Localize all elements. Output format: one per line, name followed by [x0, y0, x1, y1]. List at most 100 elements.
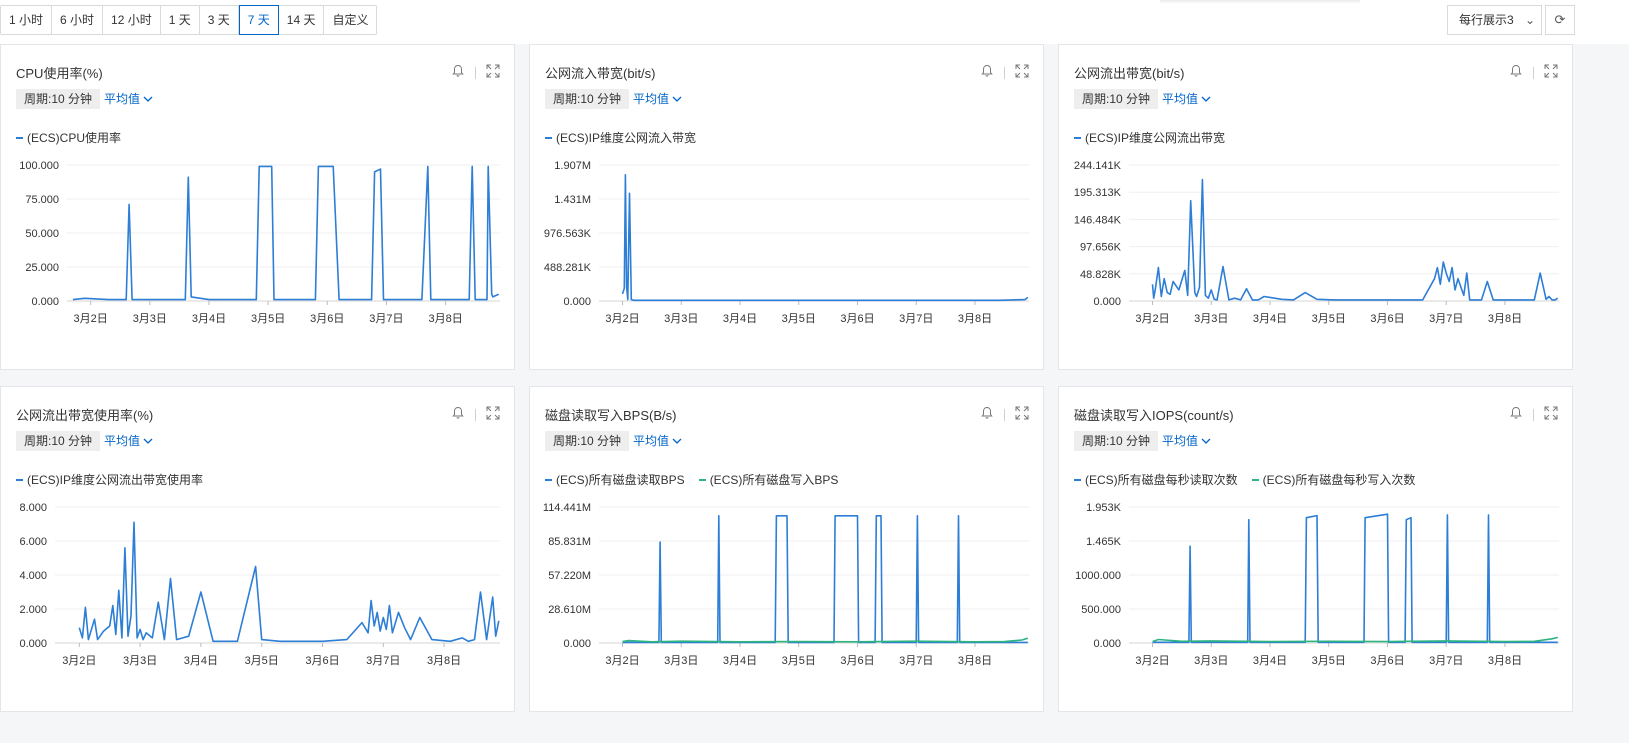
card-title: 磁盘读取写入IOPS(count/s)	[1074, 408, 1234, 423]
card-title: CPU使用率(%)	[16, 66, 103, 81]
legend-item[interactable]: (ECS)IP维度公网流出带宽	[1074, 129, 1225, 146]
dropdown-shadow	[1160, 0, 1360, 4]
line-chart: 0.000 488.281K 976.563K 1.431M 1.907M 3月2日 3月3…	[544, 160, 1029, 325]
y-tick-label: 0.000	[563, 296, 591, 308]
fullscreen-icon[interactable]	[1544, 406, 1558, 423]
aggregation-select[interactable]: 平均值	[1162, 431, 1211, 451]
series-line	[78, 521, 500, 643]
aggregation-label: 平均值	[104, 434, 141, 448]
alarm-bell-icon[interactable]	[451, 64, 465, 81]
chevron-down-icon	[143, 89, 153, 109]
x-tick-label: 3月2日	[74, 313, 108, 325]
per-row-select[interactable]: 每行展示3 ⌄	[1447, 5, 1542, 35]
range-button-3[interactable]: 1 天	[160, 6, 200, 34]
period-tag[interactable]: 周期:10 分钟	[545, 89, 630, 109]
fullscreen-icon[interactable]	[486, 406, 500, 423]
legend-item[interactable]: (ECS)所有磁盘读取BPS	[545, 471, 685, 488]
legend-item[interactable]: (ECS)所有磁盘每秒写入次数	[1251, 471, 1416, 488]
y-tick-label: 57.220M	[548, 570, 591, 582]
chart-legend: (ECS)所有磁盘每秒读取次数 (ECS)所有磁盘每秒写入次数	[1074, 471, 1415, 488]
x-tick-label: 3月6日	[305, 655, 339, 667]
divider	[1533, 408, 1534, 421]
x-tick-label: 3月4日	[184, 655, 218, 667]
fullscreen-icon[interactable]	[1015, 406, 1029, 423]
chevron-down-icon	[143, 431, 153, 451]
legend-label: (ECS)IP维度公网流出带宽使用率	[27, 473, 204, 487]
y-tick-label: 0.000	[1093, 638, 1121, 650]
chart-legend: (ECS)所有磁盘读取BPS (ECS)所有磁盘写入BPS	[545, 471, 838, 488]
range-button-7[interactable]: 自定义	[324, 6, 377, 34]
card-tools	[980, 406, 1029, 423]
line-chart: 0.000 2.000 4.000 6.000 8.000 3月2日 3月3日 3月4日 3月5…	[19, 502, 500, 667]
range-button-6[interactable]: 14 天	[278, 6, 325, 34]
period-tag[interactable]: 周期:10 分钟	[1074, 431, 1159, 451]
fullscreen-icon[interactable]	[486, 64, 500, 81]
alarm-bell-icon[interactable]	[980, 64, 994, 81]
refresh-button[interactable]: ⟳	[1545, 5, 1575, 35]
aggregation-label: 平均值	[633, 92, 670, 106]
alarm-bell-icon[interactable]	[451, 406, 465, 423]
card-tools	[1509, 406, 1558, 423]
card-title: 公网流出带宽(bit/s)	[1074, 66, 1185, 81]
aggregation-select[interactable]: 平均值	[104, 431, 153, 451]
x-tick-label: 3月4日	[723, 655, 757, 667]
divider	[475, 408, 476, 421]
legend-item[interactable]: (ECS)所有磁盘写入BPS	[698, 471, 838, 488]
y-tick-label: 2.000	[19, 604, 47, 616]
range-button-5[interactable]: 7 天	[238, 5, 279, 35]
legend-item[interactable]: (ECS)所有磁盘每秒读取次数	[1074, 471, 1238, 488]
aggregation-label: 平均值	[1162, 434, 1199, 448]
legend-item[interactable]: (ECS)CPU使用率	[16, 129, 121, 146]
range-button-1[interactable]: 6 小时	[52, 6, 104, 34]
period-tag[interactable]: 周期:10 分钟	[16, 431, 101, 451]
x-tick-label: 3月4日	[723, 313, 757, 325]
fullscreen-icon[interactable]	[1544, 64, 1558, 81]
chevron-down-icon	[1201, 89, 1211, 109]
metric-card: 公网流出带宽(bit/s) 周期:10 分钟 平均值 (ECS)IP维度公网流出带宽 0…	[1058, 44, 1573, 370]
y-tick-label: 50.000	[25, 228, 59, 240]
y-tick-label: 0.000	[19, 638, 47, 650]
period-tag[interactable]: 周期:10 分钟	[1074, 89, 1159, 109]
period-tag[interactable]: 周期:10 分钟	[16, 89, 101, 109]
legend-label: (ECS)所有磁盘每秒写入次数	[1262, 473, 1416, 487]
aggregation-select[interactable]: 平均值	[633, 89, 682, 109]
legend-item[interactable]: (ECS)IP维度公网流入带宽	[545, 129, 696, 146]
alarm-bell-icon[interactable]	[1509, 64, 1523, 81]
time-range-selector: 1 小时 6 小时 12 小时 1 天3 天7 天 14 天自定义	[0, 5, 378, 35]
aggregation-select[interactable]: 平均值	[1162, 89, 1211, 109]
x-tick-label: 3月5日	[1312, 655, 1346, 667]
x-tick-label: 3月2日	[62, 655, 96, 667]
legend-swatch	[545, 478, 552, 481]
metric-card: 磁盘读取写入BPS(B/s) 周期:10 分钟 平均值 (ECS)所有磁盘读取BPS(…	[529, 386, 1044, 712]
metric-card: 公网流入带宽(bit/s) 周期:10 分钟 平均值 (ECS)IP维度公网流入带宽 0…	[529, 44, 1044, 370]
series-line	[622, 514, 1028, 644]
range-button-0[interactable]: 1 小时	[1, 6, 53, 34]
x-tick-label: 3月6日	[840, 655, 874, 667]
line-chart: 0.000 28.610M 57.220M 85.831M 114.441M 3月2日 3月…	[543, 502, 1029, 667]
card-tools	[451, 64, 500, 81]
legend-item[interactable]: (ECS)IP维度公网流出带宽使用率	[16, 471, 203, 488]
x-tick-label: 3月5日	[251, 313, 285, 325]
aggregation-select[interactable]: 平均值	[104, 89, 153, 109]
x-tick-label: 3月2日	[605, 655, 639, 667]
chart-legend: (ECS)IP维度公网流入带宽	[545, 129, 696, 146]
fullscreen-icon[interactable]	[1015, 64, 1029, 81]
x-tick-label: 3月6日	[1370, 655, 1404, 667]
legend-label: (ECS)所有磁盘每秒读取次数	[1085, 473, 1238, 487]
refresh-icon: ⟳	[1554, 12, 1566, 27]
period-tag[interactable]: 周期:10 分钟	[545, 431, 630, 451]
range-button-4[interactable]: 3 天	[199, 6, 239, 34]
alarm-bell-icon[interactable]	[1509, 406, 1523, 423]
range-button-2[interactable]: 12 小时	[103, 6, 161, 34]
y-tick-label: 500.000	[1081, 604, 1121, 616]
aggregation-select[interactable]: 平均值	[633, 431, 682, 451]
x-tick-label: 3月8日	[1488, 655, 1522, 667]
series-line	[621, 173, 1029, 302]
line-chart: 0.000 500.000 1000.000 1.465K 1.953K 3月2日 3月3日…	[1075, 502, 1559, 667]
x-tick-label: 3月7日	[366, 655, 400, 667]
divider	[1533, 66, 1534, 79]
x-tick-label: 3月6日	[1370, 313, 1404, 325]
x-tick-label: 3月5日	[782, 655, 816, 667]
alarm-bell-icon[interactable]	[980, 406, 994, 423]
y-tick-label: 1000.000	[1075, 570, 1121, 582]
